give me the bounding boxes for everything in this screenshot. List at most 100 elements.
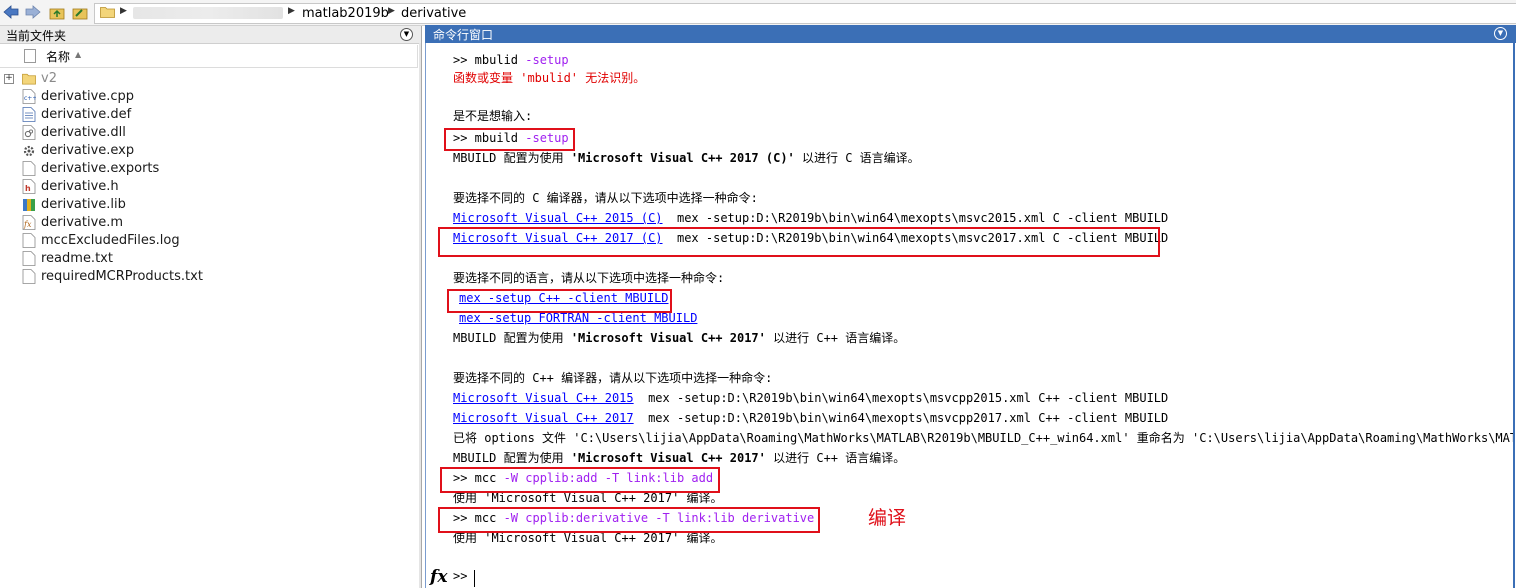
svg-text:c++: c++ [24,95,36,102]
list-item[interactable]: derivative.dll [0,124,420,142]
breadcrumb-item[interactable]: matlab2019b [302,6,389,21]
list-item[interactable]: readme.txt [0,250,420,268]
forward-icon[interactable] [25,4,41,20]
exports-file-icon [22,161,36,176]
output-text: MBUILD 配置为使用 [453,451,571,465]
command-line: >> mbulid -setup [453,51,569,69]
current-folder-header: 当前文件夹 ▼ [0,26,421,44]
breadcrumb-separator-icon: ▶ [388,6,395,16]
svg-text:fx: fx [23,220,32,229]
output-text: 以进行 C++ 语言编译。 [765,331,906,345]
command-window-output[interactable]: >> mbulid -setup 函数或变量 'mbulid' 无法识别。 是不… [425,43,1515,588]
compiler-link[interactable]: Microsoft Visual C++ 2017 [453,411,634,425]
file-name: derivative.cpp [41,89,135,104]
highlight-box [444,128,575,151]
command-window-panel: 命令行窗口 ▼ >> mbulid -setup 函数或变量 'mbulid' … [425,25,1516,588]
output-line: Microsoft Visual C++ 2017 mex -setup:D:\… [453,409,1168,427]
lib-file-icon [23,199,35,211]
svg-text:h: h [25,184,31,193]
address-toolbar: ▶ ▶ matlab2019b ▶ derivative [0,0,1516,26]
highlight-box [438,227,1160,257]
list-item[interactable]: requiredMCRProducts.txt [0,268,420,286]
error-line: 函数或变量 'mbulid' 无法识别。 [453,69,645,87]
file-name: derivative.lib [41,197,126,212]
sort-ascending-icon: ▲ [75,50,82,59]
command-text: >> mbulid [453,53,526,67]
command-window-header: 命令行窗口 ▼ [425,25,1516,43]
back-icon[interactable] [3,4,19,20]
panel-menu-icon[interactable]: ▼ [1494,27,1507,40]
function-browser-icon[interactable]: fx [430,567,447,587]
matlab-function-icon: fx [22,215,36,230]
panel-menu-icon[interactable]: ▼ [400,28,413,41]
output-text: 以进行 C 语言编译。 [794,151,920,165]
command-prompt: >> [453,569,468,583]
output-line: MBUILD 配置为使用 'Microsoft Visual C++ 2017'… [453,449,905,467]
output-line: 已将 options 文件 'C:\Users\lijia\AppData\Ro… [453,431,1513,445]
list-item[interactable]: derivative.def [0,106,420,124]
highlight-box [438,507,820,533]
output-line: MBUILD 配置为使用 'Microsoft Visual C++ 2017'… [453,329,905,347]
language-link[interactable]: mex -setup FORTRAN -client MBUILD [459,311,697,325]
log-file-icon [22,233,36,248]
output-line: 要选择不同的语言，请从以下选项中选择一种命令: [453,271,725,285]
error-message: 函数或变量 'mbulid' 无法识别。 [453,71,646,85]
list-item[interactable]: derivative.exports [0,160,420,178]
compiler-name: 'Microsoft Visual C++ 2017' [570,451,766,465]
list-item[interactable]: c++ derivative.cpp [0,88,420,106]
output-line: 是不是想输入: [453,109,533,123]
file-name: derivative.h [41,179,119,194]
header-file-icon: h [22,179,36,194]
up-folder-icon[interactable] [49,4,65,20]
output-text: mex -setup:D:\R2019b\bin\win64\mexopts\m… [662,211,1169,225]
output-line: Microsoft Visual C++ 2015 mex -setup:D:\… [453,389,1168,407]
folder-icon [22,73,36,85]
breadcrumb-separator-icon: ▶ [120,6,127,16]
output-line: 要选择不同的 C++ 编译器，请从以下选项中选择一种命令: [453,371,773,385]
compiler-link[interactable]: Microsoft Visual C++ 2015 [453,391,634,405]
breadcrumb[interactable]: ▶ ▶ matlab2019b ▶ derivative [94,3,1516,24]
breadcrumb-separator-icon: ▶ [288,6,295,16]
annotation-label: 编译 [868,507,907,529]
file-name: readme.txt [41,251,113,266]
list-item-folder[interactable]: + v2 [0,70,420,88]
output-text: MBUILD 配置为使用 [453,331,571,345]
file-name: derivative.dll [41,125,126,140]
file-name: derivative.m [41,215,124,230]
column-header[interactable]: 名称 ▲ [0,45,418,68]
list-item[interactable]: fx derivative.m [0,214,420,232]
output-text: 以进行 C++ 语言编译。 [765,451,906,465]
compiler-link[interactable]: Microsoft Visual C++ 2015 (C) [453,211,663,225]
breadcrumb-item[interactable]: derivative [401,6,466,21]
list-item[interactable]: mccExcludedFiles.log [0,232,420,250]
file-name: derivative.def [41,107,132,122]
text-file-icon [22,251,36,266]
highlight-box [447,289,672,313]
file-name: mccExcludedFiles.log [41,233,180,248]
panel-title: 命令行窗口 [433,28,494,42]
text-cursor[interactable] [474,570,475,587]
file-name: requiredMCRProducts.txt [41,269,203,284]
list-item[interactable]: derivative.exp [0,142,420,160]
highlight-box [440,467,720,493]
list-item[interactable]: h derivative.h [0,178,420,196]
def-file-icon [22,107,36,122]
breadcrumb-redacted-path [133,7,283,19]
file-name: derivative.exports [41,161,160,176]
column-divider[interactable] [417,45,418,67]
dll-file-icon [22,125,36,140]
expand-icon[interactable]: + [4,74,14,84]
browse-folder-icon[interactable] [72,4,88,20]
command-argument: -setup [525,53,569,67]
panel-splitter[interactable] [419,43,421,588]
list-item[interactable]: derivative.lib [0,196,420,214]
column-name[interactable]: 名称 [46,48,70,65]
text-file-icon [22,269,36,284]
output-text: MBUILD 配置为使用 [453,151,571,165]
file-name: v2 [41,71,57,86]
output-line: MBUILD 配置为使用 'Microsoft Visual C++ 2017 … [453,149,920,167]
cpp-file-icon: c++ [22,89,36,104]
compiler-name: 'Microsoft Visual C++ 2017' [570,331,766,345]
current-folder-panel: 当前文件夹 ▼ 名称 ▲ + v2 c++ derivative.cpp der… [0,26,422,588]
output-line: Microsoft Visual C++ 2015 (C) mex -setup… [453,209,1168,227]
